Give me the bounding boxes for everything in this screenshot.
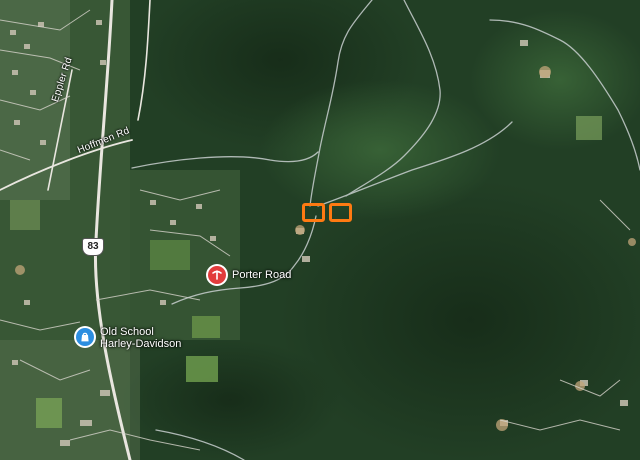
route-shield: 83 bbox=[82, 238, 104, 256]
porter-road-label[interactable]: Porter Road bbox=[232, 269, 291, 281]
harley-davidson-pin[interactable] bbox=[76, 328, 94, 346]
harley-davidson-label-line1: Old School bbox=[100, 326, 154, 338]
porter-road-pin[interactable] bbox=[208, 266, 226, 284]
highlight-marker-left[interactable] bbox=[302, 203, 325, 222]
flag-icon bbox=[212, 270, 222, 280]
shopping-bag-icon bbox=[81, 332, 89, 342]
harley-davidson-label-line2: Harley-Davidson bbox=[100, 338, 182, 350]
satellite-map[interactable]: Eppler Rd Hoffmen Rd 83 Porter Road Old … bbox=[0, 0, 640, 460]
satellite-imagery bbox=[0, 0, 640, 460]
harley-davidson-label[interactable]: Old School Harley-Davidson bbox=[100, 326, 181, 350]
highlight-marker-right[interactable] bbox=[329, 203, 352, 222]
